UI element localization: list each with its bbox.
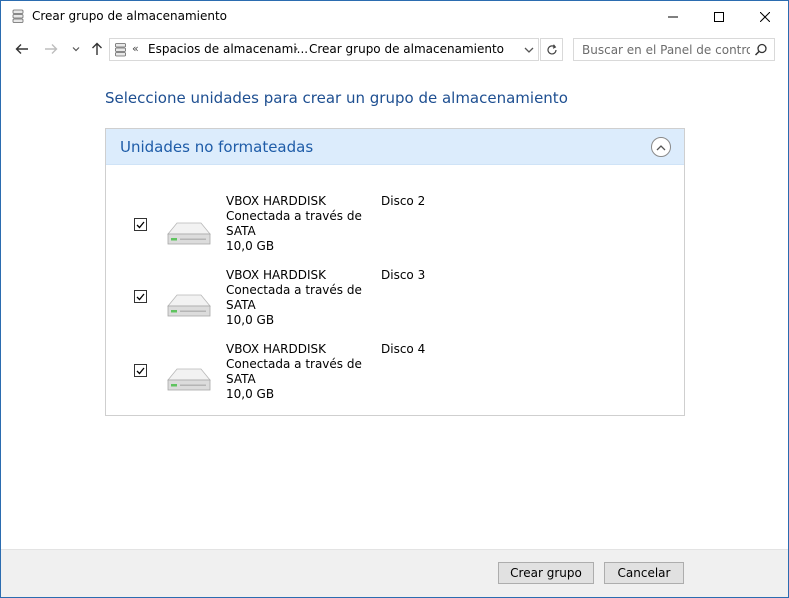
create-pool-button[interactable]: Crear grupo xyxy=(498,562,594,584)
chevron-down-icon xyxy=(72,47,80,52)
search-input[interactable] xyxy=(574,39,750,60)
drive-row: VBOX HARDDISK Conectada a través de SATA… xyxy=(106,342,684,416)
refresh-button[interactable] xyxy=(540,38,563,61)
title-bar[interactable]: Crear grupo de almacenamiento xyxy=(1,1,788,32)
drive-checkbox[interactable] xyxy=(134,364,147,377)
cancel-button[interactable]: Cancelar xyxy=(604,562,684,584)
arrow-left-icon xyxy=(15,44,28,54)
disk-number: Disco 3 xyxy=(381,268,426,282)
dialog-window: Crear grupo de almacenamiento « Espacios… xyxy=(0,0,789,598)
arrow-right-icon xyxy=(45,44,58,54)
chevron-up-icon xyxy=(656,144,666,150)
panel-header[interactable]: Unidades no formateadas xyxy=(106,129,684,165)
collapse-button[interactable] xyxy=(651,137,671,157)
search-icon[interactable] xyxy=(754,43,768,57)
checkmark-icon xyxy=(136,367,145,374)
drive-connection: Conectada a través de SATA xyxy=(226,209,362,238)
search-box[interactable] xyxy=(573,38,775,61)
minimize-icon xyxy=(668,16,678,17)
checkmark-icon xyxy=(136,221,145,228)
page-heading: Seleccione unidades para crear un grupo … xyxy=(105,89,568,107)
hard-disk-icon xyxy=(167,294,211,317)
drive-row: VBOX HARDDISK Conectada a través de SATA… xyxy=(106,268,684,342)
maximize-icon xyxy=(714,11,724,22)
unformatted-drives-panel: Unidades no formateadas VBOX HARDDISK Co… xyxy=(105,128,685,416)
drive-name: VBOX HARDDISK xyxy=(226,268,327,282)
dialog-footer: Crear grupo Cancelar xyxy=(1,549,788,597)
refresh-icon xyxy=(546,43,557,54)
drive-name: VBOX HARDDISK xyxy=(226,194,327,208)
drive-checkbox[interactable] xyxy=(134,218,147,231)
hard-disk-icon xyxy=(167,368,211,391)
breadcrumb-storage-spaces[interactable]: Espacios de almacenami... xyxy=(148,42,308,56)
drive-checkbox[interactable] xyxy=(134,290,147,303)
close-button[interactable] xyxy=(742,1,788,32)
drive-row: VBOX HARDDISK Conectada a través de SATA… xyxy=(106,194,684,268)
storage-pool-icon xyxy=(12,9,24,23)
forward-button[interactable] xyxy=(41,40,61,58)
up-button[interactable] xyxy=(87,40,107,58)
disk-number: Disco 4 xyxy=(381,342,426,356)
drive-info: VBOX HARDDISK Conectada a través de SATA… xyxy=(226,268,366,328)
disk-number: Disco 2 xyxy=(381,194,426,208)
drive-name: VBOX HARDDISK xyxy=(226,342,327,356)
recent-locations-button[interactable] xyxy=(66,40,86,58)
hard-disk-icon xyxy=(167,222,211,245)
drive-connection: Conectada a través de SATA xyxy=(226,357,362,386)
checkmark-icon xyxy=(136,293,145,300)
close-icon xyxy=(760,11,770,22)
overflow-chevron[interactable]: « xyxy=(132,42,139,55)
drive-info: VBOX HARDDISK Conectada a través de SATA… xyxy=(226,342,366,402)
breadcrumb-separator[interactable]: › xyxy=(294,42,298,55)
arrow-up-icon xyxy=(92,42,102,55)
panel-title: Unidades no formateadas xyxy=(120,138,314,156)
drive-size: 10,0 GB xyxy=(226,387,275,401)
window-title: Crear grupo de almacenamiento xyxy=(32,9,228,23)
back-button[interactable] xyxy=(12,40,32,58)
address-bar[interactable]: « Espacios de almacenami... › Crear grup… xyxy=(109,38,539,61)
breadcrumb-create-pool[interactable]: Crear grupo de almacenamiento xyxy=(309,42,504,56)
minimize-button[interactable] xyxy=(650,1,696,32)
drive-size: 10,0 GB xyxy=(226,239,275,253)
maximize-button[interactable] xyxy=(696,1,742,32)
drive-size: 10,0 GB xyxy=(226,313,275,327)
chevron-down-icon[interactable] xyxy=(522,44,536,56)
navigation-bar: « Espacios de almacenami... › Crear grup… xyxy=(1,32,788,66)
storage-spaces-icon xyxy=(115,43,126,57)
drive-connection: Conectada a través de SATA xyxy=(226,283,362,312)
drive-info: VBOX HARDDISK Conectada a través de SATA… xyxy=(226,194,366,254)
